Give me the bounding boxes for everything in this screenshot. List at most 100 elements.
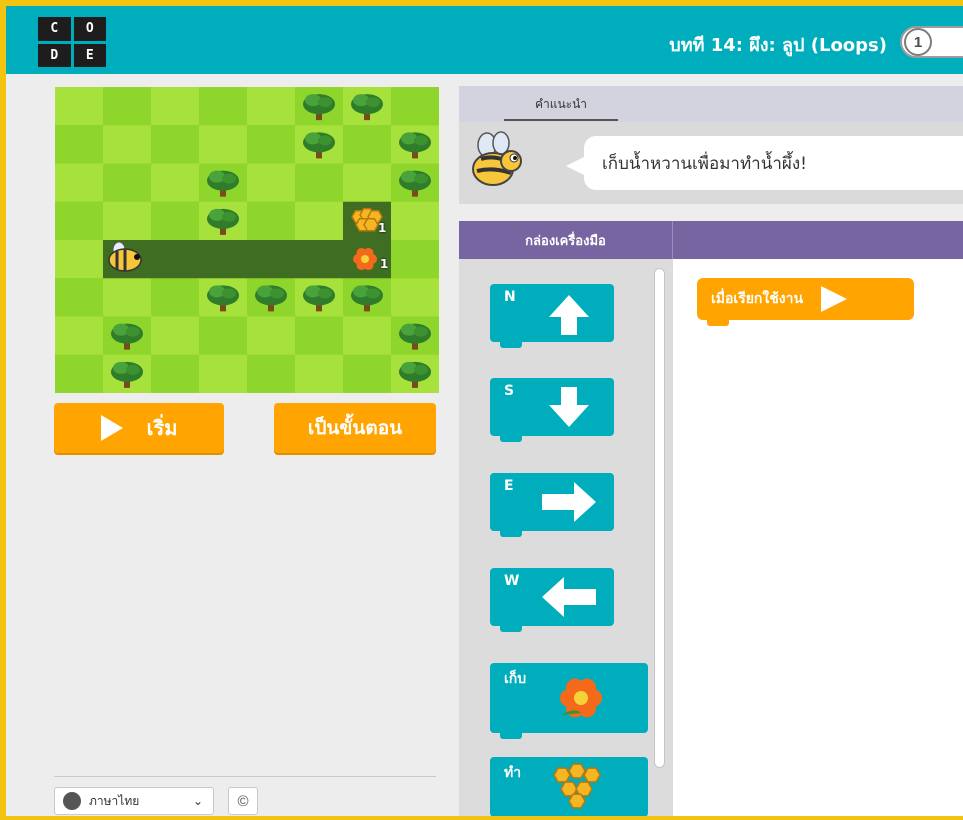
grass-tile [343,125,391,164]
grass-tile [151,87,199,126]
grass-tile [343,354,391,393]
honeycomb-icon [548,763,606,813]
block-notch [500,732,522,739]
grass-tile [295,354,343,393]
grass-tile [343,316,391,355]
grass-tile [151,201,199,240]
grass-tile [247,316,295,355]
when-run-label: เมื่อเรียกใช้งาน [711,291,804,307]
toolbox-block-arrow-up[interactable]: N [490,284,614,348]
arrow-right-icon [540,482,598,526]
level-bubble[interactable]: 1 [904,28,932,56]
language-select[interactable]: ภาษาไทย ⌄ [54,787,214,815]
instruction-bubble: เก็บน้ำหวานเพื่อมาทำน้ำผึ้ง! [584,136,963,190]
bee-eye [134,254,140,260]
toolbox-block-arrow-left[interactable]: W [490,568,614,632]
logo-letter-c: C [38,17,71,41]
grass-tile [247,87,295,126]
block-label: W [504,573,520,589]
maze-board [55,87,439,393]
block-notch [500,341,522,348]
header-bar: C O D E บทที 14: ผึง: ลูป (Loops) 1 [6,6,963,74]
arrow-left-icon [540,577,598,621]
play-icon [100,415,123,441]
copyright-button[interactable]: © [228,787,258,815]
block-notch [500,435,522,442]
instruction-text: เก็บน้ำหวานเพื่อมาทำน้ำผึ้ง! [602,153,807,174]
block-label: S [504,383,515,399]
grass-tile [295,201,343,240]
honeycomb-count-label: 1 [378,221,387,235]
run-button[interactable]: เริ่ม [54,403,224,453]
arrow-down-icon [546,384,592,434]
grass-tile [103,125,151,164]
grass-tile [247,354,295,393]
lesson-title: บทที 14: ผึง: ลูป (Loops) [669,35,887,56]
grass-tile [295,316,343,355]
grass-tile [103,163,151,202]
grass-tile [151,354,199,393]
grass-tile [391,201,439,240]
flower-icon [361,255,369,263]
grass-tile [55,316,103,355]
grass-tile [55,201,103,240]
globe-icon [63,792,81,810]
path-tile [103,240,391,279]
grass-tile [199,87,247,126]
play-icon [821,286,848,312]
logo-letter-e: E [73,43,106,67]
grass-tile [295,163,343,202]
toolbox-block-flower[interactable]: เก็บ [490,663,648,739]
grass-tile [247,163,295,202]
grass-tile [391,240,439,279]
logo-letter-o: O [73,17,106,41]
block-label: E [504,478,514,494]
grass-tile [103,87,151,126]
block-notch [707,319,729,326]
grass-tile [247,201,295,240]
grass-tile [55,125,103,164]
when-run-block[interactable]: เมื่อเรียกใช้งาน [697,278,914,326]
flower-icon [556,673,606,727]
toolbox-block-arrow-right[interactable]: E [490,473,614,537]
grass-tile [55,87,103,126]
grass-tile [151,125,199,164]
code-logo[interactable]: C O D E [38,17,106,67]
grass-tile [199,125,247,164]
tab-instructions[interactable]: คำแนะนำ [504,95,618,121]
logo-letter-d: D [38,43,71,67]
code-workspace[interactable] [673,259,963,816]
step-button[interactable]: เป็นขั้นตอน [274,403,436,453]
run-button-label: เริ่ม [146,416,178,440]
grass-tile [55,240,103,279]
grass-tile [199,354,247,393]
block-notch [500,530,522,537]
toolbox-block-arrow-down[interactable]: S [490,378,614,442]
toolbox-block-honeycomb[interactable]: ทำ [490,757,648,816]
flower-count-label: 1 [380,257,389,271]
grass-tile [55,278,103,317]
toolbox-scrollbar[interactable] [654,268,665,768]
block-notch [500,625,522,632]
grass-tile [247,125,295,164]
grass-tile [343,163,391,202]
grass-tile [391,87,439,126]
language-label: ภาษาไทย [89,793,140,808]
grass-tile [103,201,151,240]
grass-tile [55,354,103,393]
block-label: เก็บ [504,671,527,687]
chevron-down-icon: ⌄ [192,794,203,808]
block-label: N [504,289,516,305]
grass-tile [55,163,103,202]
block-label: ทำ [504,765,522,781]
toolbox-title: กล่องเครื่องมือ [459,221,673,259]
honeycomb-icon [363,217,379,232]
grass-tile [151,316,199,355]
maze-grid: 1 1 [55,87,439,393]
footer-divider [54,776,436,777]
grass-tile [391,278,439,317]
grass-tile [103,278,151,317]
arrow-up-icon [546,292,592,342]
toolbox-area: N S E W เก็บทำ [459,259,673,816]
step-button-label: เป็นขั้นตอน [307,417,403,439]
